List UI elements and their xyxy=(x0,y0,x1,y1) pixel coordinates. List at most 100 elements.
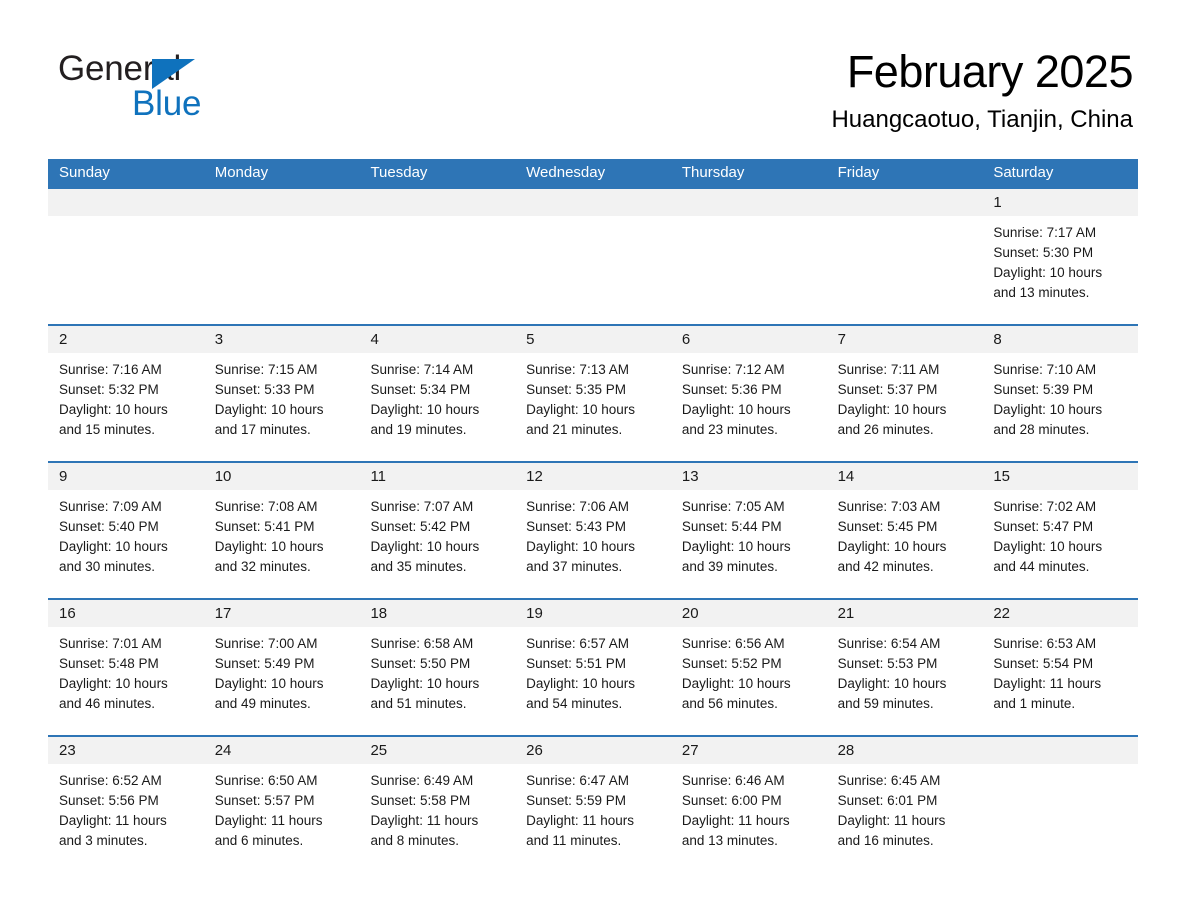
week-date-band: 9 10 11 12 13 14 15 xyxy=(48,463,1138,490)
daylight-text-line2: and 6 minutes. xyxy=(214,833,304,848)
sunrise-text: Sunrise: 6:54 AM xyxy=(837,636,941,651)
sunset-text: Sunset: 5:32 PM xyxy=(59,382,159,397)
day-cell[interactable]: Sunrise: 7:16 AM Sunset: 5:32 PM Dayligh… xyxy=(48,353,204,461)
day-cell[interactable]: Sunrise: 6:56 AM Sunset: 5:52 PM Dayligh… xyxy=(671,627,827,735)
daylight-text-line2: and 11 minutes. xyxy=(526,833,622,848)
day-number[interactable]: 25 xyxy=(359,737,515,764)
day-cell[interactable]: Sunrise: 6:47 AM Sunset: 5:59 PM Dayligh… xyxy=(515,764,671,860)
day-number[interactable] xyxy=(359,189,515,216)
day-number[interactable]: 18 xyxy=(359,600,515,627)
day-number[interactable]: 20 xyxy=(671,600,827,627)
day-cell[interactable]: Sunrise: 7:06 AM Sunset: 5:43 PM Dayligh… xyxy=(515,490,671,598)
day-number[interactable]: 27 xyxy=(671,737,827,764)
day-number[interactable]: 26 xyxy=(515,737,671,764)
sunrise-text: Sunrise: 6:52 AM xyxy=(59,773,162,788)
day-cell[interactable]: Sunrise: 7:05 AM Sunset: 5:44 PM Dayligh… xyxy=(671,490,827,598)
day-cell[interactable]: Sunrise: 7:13 AM Sunset: 5:35 PM Dayligh… xyxy=(515,353,671,461)
sunrise-text: Sunrise: 7:14 AM xyxy=(370,362,474,377)
day-number[interactable]: 9 xyxy=(48,463,204,490)
day-number[interactable] xyxy=(827,189,983,216)
day-number[interactable]: 14 xyxy=(827,463,983,490)
day-cell[interactable]: Sunrise: 6:52 AM Sunset: 5:56 PM Dayligh… xyxy=(48,764,204,860)
generalblue-logo[interactable]: General Blue xyxy=(58,50,318,130)
daylight-text-line1: Daylight: 10 hours xyxy=(526,676,635,691)
day-number[interactable]: 13 xyxy=(671,463,827,490)
day-number[interactable] xyxy=(204,189,360,216)
day-number[interactable]: 23 xyxy=(48,737,204,764)
day-cell[interactable]: Sunrise: 7:00 AM Sunset: 5:49 PM Dayligh… xyxy=(204,627,360,735)
day-number[interactable]: 21 xyxy=(827,600,983,627)
sunrise-text: Sunrise: 7:01 AM xyxy=(59,636,162,651)
daylight-text-line1: Daylight: 10 hours xyxy=(59,539,168,554)
day-number[interactable]: 15 xyxy=(982,463,1138,490)
day-cell[interactable]: Sunrise: 7:08 AM Sunset: 5:41 PM Dayligh… xyxy=(204,490,360,598)
day-number[interactable]: 24 xyxy=(204,737,360,764)
calendar-week-row: 1 Sunrise: 7:17 AM Sunset: 5:30 PM Dayli… xyxy=(48,187,1138,324)
day-cell[interactable]: Sunrise: 6:57 AM Sunset: 5:51 PM Dayligh… xyxy=(515,627,671,735)
daylight-text-line1: Daylight: 10 hours xyxy=(59,676,168,691)
week-date-band: 2 3 4 5 6 7 8 xyxy=(48,326,1138,353)
weekday-sunday: Sunday xyxy=(59,164,110,181)
day-cell[interactable] xyxy=(359,216,515,324)
day-cell[interactable]: Sunrise: 6:58 AM Sunset: 5:50 PM Dayligh… xyxy=(359,627,515,735)
day-number[interactable]: 10 xyxy=(204,463,360,490)
day-number[interactable] xyxy=(982,737,1138,764)
day-number[interactable] xyxy=(515,189,671,216)
day-cell[interactable]: Sunrise: 7:17 AM Sunset: 5:30 PM Dayligh… xyxy=(982,216,1138,324)
sunset-text: Sunset: 5:35 PM xyxy=(526,382,626,397)
day-cell[interactable]: Sunrise: 7:11 AM Sunset: 5:37 PM Dayligh… xyxy=(827,353,983,461)
day-cell[interactable]: Sunrise: 7:09 AM Sunset: 5:40 PM Dayligh… xyxy=(48,490,204,598)
sunset-text: Sunset: 5:52 PM xyxy=(681,656,782,671)
day-cell[interactable]: Sunrise: 6:45 AM Sunset: 6:01 PM Dayligh… xyxy=(827,764,983,860)
day-cell[interactable] xyxy=(982,764,1138,860)
daylight-text-line1: Daylight: 10 hours xyxy=(837,402,947,417)
day-cell[interactable]: Sunrise: 7:01 AM Sunset: 5:48 PM Dayligh… xyxy=(48,627,204,735)
weekday-header-row: Sunday Monday Tuesday Wednesday Thursday… xyxy=(48,159,1138,187)
day-cell[interactable]: Sunrise: 7:14 AM Sunset: 5:34 PM Dayligh… xyxy=(359,353,515,461)
day-number[interactable]: 19 xyxy=(515,600,671,627)
day-cell[interactable]: Sunrise: 6:54 AM Sunset: 5:53 PM Dayligh… xyxy=(827,627,983,735)
day-number[interactable] xyxy=(671,189,827,216)
daylight-text-line1: Daylight: 10 hours xyxy=(681,402,791,417)
day-number[interactable]: 7 xyxy=(827,326,983,353)
day-cell[interactable]: Sunrise: 6:50 AM Sunset: 5:57 PM Dayligh… xyxy=(204,764,360,860)
daylight-text-line1: Daylight: 10 hours xyxy=(214,539,324,554)
day-cell[interactable]: Sunrise: 7:07 AM Sunset: 5:42 PM Dayligh… xyxy=(359,490,515,598)
day-number[interactable]: 4 xyxy=(359,326,515,353)
day-number[interactable]: 11 xyxy=(359,463,515,490)
day-cell[interactable]: Sunrise: 7:03 AM Sunset: 5:45 PM Dayligh… xyxy=(827,490,983,598)
day-cell[interactable]: Sunrise: 7:10 AM Sunset: 5:39 PM Dayligh… xyxy=(982,353,1138,461)
day-cell[interactable]: Sunrise: 7:15 AM Sunset: 5:33 PM Dayligh… xyxy=(204,353,360,461)
day-number[interactable]: 2 xyxy=(48,326,204,353)
day-number[interactable]: 17 xyxy=(204,600,360,627)
daylight-text-line1: Daylight: 11 hours xyxy=(59,813,167,828)
day-number[interactable]: 22 xyxy=(982,600,1138,627)
day-number[interactable]: 28 xyxy=(827,737,983,764)
day-number[interactable] xyxy=(48,189,204,216)
day-cell[interactable] xyxy=(515,216,671,324)
day-cell[interactable]: Sunrise: 6:53 AM Sunset: 5:54 PM Dayligh… xyxy=(982,627,1138,735)
day-number[interactable]: 8 xyxy=(982,326,1138,353)
day-cell[interactable] xyxy=(827,216,983,324)
sunrise-text: Sunrise: 7:07 AM xyxy=(370,499,474,514)
day-number[interactable]: 5 xyxy=(515,326,671,353)
week-detail-band: Sunrise: 7:09 AM Sunset: 5:40 PM Dayligh… xyxy=(48,490,1138,598)
day-cell[interactable]: Sunrise: 6:46 AM Sunset: 6:00 PM Dayligh… xyxy=(671,764,827,860)
sunset-text: Sunset: 5:56 PM xyxy=(59,793,159,808)
day-number[interactable]: 3 xyxy=(204,326,360,353)
day-number[interactable]: 6 xyxy=(671,326,827,353)
day-number[interactable]: 16 xyxy=(48,600,204,627)
daylight-text-line1: Daylight: 11 hours xyxy=(681,813,790,828)
day-number[interactable]: 1 xyxy=(982,189,1138,216)
daylight-text-line2: and 32 minutes. xyxy=(214,559,311,574)
day-cell[interactable] xyxy=(48,216,204,324)
sunset-text: Sunset: 5:43 PM xyxy=(526,519,626,534)
day-cell[interactable] xyxy=(671,216,827,324)
day-number[interactable]: 12 xyxy=(515,463,671,490)
location-subtitle: Huangcaotuo, Tianjin, China xyxy=(831,106,1133,133)
day-cell[interactable]: Sunrise: 6:49 AM Sunset: 5:58 PM Dayligh… xyxy=(359,764,515,860)
day-cell[interactable] xyxy=(204,216,360,324)
sunset-text: Sunset: 5:47 PM xyxy=(993,519,1094,534)
day-cell[interactable]: Sunrise: 7:02 AM Sunset: 5:47 PM Dayligh… xyxy=(982,490,1138,598)
day-cell[interactable]: Sunrise: 7:12 AM Sunset: 5:36 PM Dayligh… xyxy=(671,353,827,461)
